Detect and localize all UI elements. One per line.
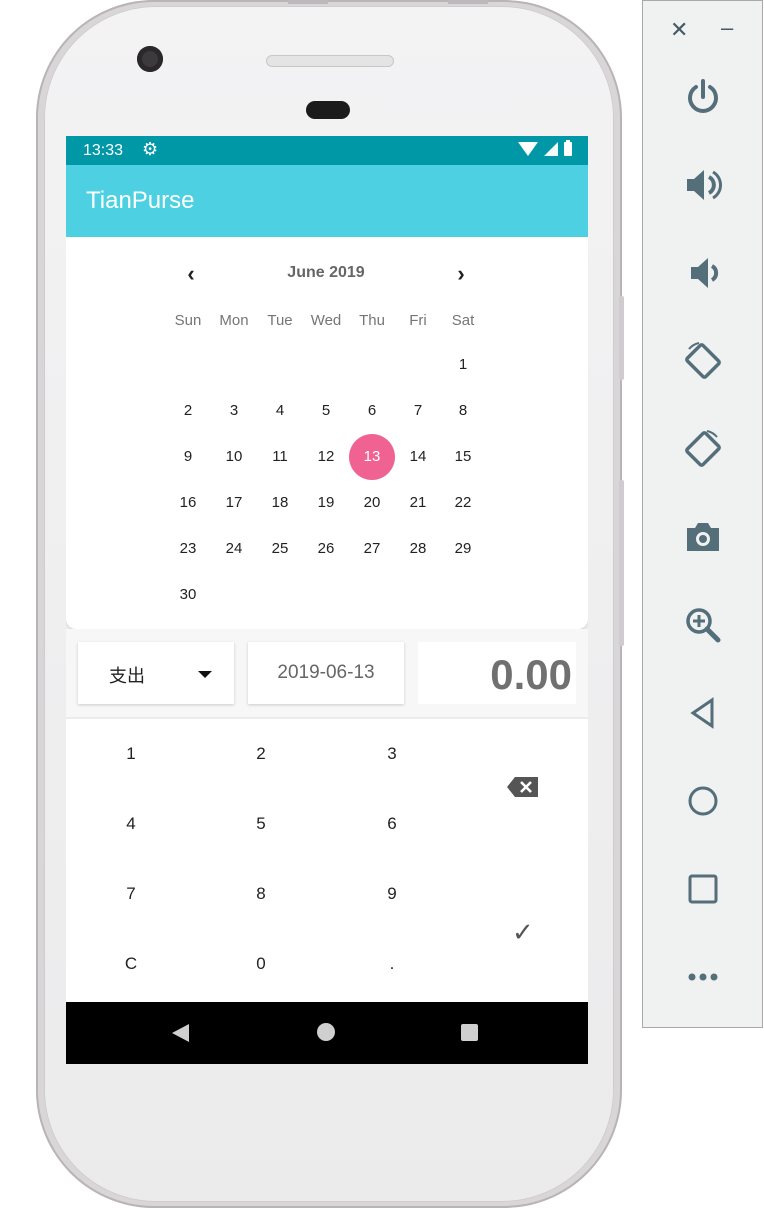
- keypad-key[interactable]: 4: [91, 804, 171, 844]
- power-hardware-button[interactable]: [619, 480, 624, 646]
- month-title: June 2019: [287, 264, 365, 281]
- app-bar: TianPurse: [66, 165, 588, 237]
- calendar-day[interactable]: 2: [165, 388, 211, 434]
- power-icon[interactable]: [671, 69, 735, 125]
- nav-recents-icon[interactable]: [461, 1024, 478, 1041]
- calendar-day[interactable]: 21: [395, 480, 441, 526]
- proximity-sensor: [306, 101, 350, 119]
- calendar-day[interactable]: 6: [349, 388, 395, 434]
- minimize-icon[interactable]: –: [721, 15, 733, 41]
- calendar-day[interactable]: 9: [165, 434, 211, 480]
- app-title: TianPurse: [86, 187, 195, 214]
- calendar-day[interactable]: 26: [303, 526, 349, 572]
- android-nav-bar: [66, 1002, 588, 1064]
- weekday-label: Tue: [267, 312, 293, 329]
- calendar-day[interactable]: 12: [303, 434, 349, 480]
- calendar-day[interactable]: 3: [211, 388, 257, 434]
- wifi-icon: [518, 142, 538, 156]
- entry-controls: 支出 2019-06-13 0.00: [66, 629, 588, 717]
- keypad-key[interactable]: 6: [352, 804, 432, 844]
- calendar-day[interactable]: 10: [211, 434, 257, 480]
- weekday-label: Wed: [310, 312, 342, 329]
- calendar-day[interactable]: 15: [440, 434, 486, 480]
- calendar-day[interactable]: 5: [303, 388, 349, 434]
- status-bar: 13:33 ⚙: [66, 136, 588, 165]
- camera-icon[interactable]: [671, 509, 735, 565]
- calendar-day[interactable]: 22: [440, 480, 486, 526]
- calendar-day[interactable]: 18: [257, 480, 303, 526]
- calendar-day[interactable]: 30: [165, 572, 211, 618]
- backspace-icon[interactable]: [506, 776, 540, 798]
- calendar-day[interactable]: 1: [440, 342, 486, 388]
- calendar-day-selected[interactable]: 13: [349, 434, 395, 480]
- keypad-key[interactable]: 9: [352, 874, 432, 914]
- front-camera: [137, 46, 163, 72]
- calendar-day[interactable]: 27: [349, 526, 395, 572]
- signal-icon: [544, 142, 558, 156]
- zoom-icon[interactable]: [671, 597, 735, 653]
- keypad-key[interactable]: 7: [91, 874, 171, 914]
- volume-down-icon[interactable]: [671, 245, 735, 301]
- calendar-day[interactable]: 20: [349, 480, 395, 526]
- calendar-day[interactable]: 24: [211, 526, 257, 572]
- number-keypad: ✓ 1 2 3 4 5 6 7 8 9 C 0.: [66, 719, 588, 1002]
- calendar-day[interactable]: 14: [395, 434, 441, 480]
- overview-icon[interactable]: [671, 861, 735, 917]
- calendar-day[interactable]: 11: [257, 434, 303, 480]
- date-label: 2019-06-13: [277, 662, 375, 683]
- calendar-day[interactable]: 16: [165, 480, 211, 526]
- back-icon[interactable]: [671, 685, 735, 741]
- calendar-day[interactable]: 29: [440, 526, 486, 572]
- frame-seam: [448, 0, 488, 4]
- chevron-right-icon[interactable]: ›: [448, 261, 474, 287]
- calendar-day[interactable]: 7: [395, 388, 441, 434]
- weekday-label: Fri: [409, 312, 427, 329]
- calendar-day[interactable]: 4: [257, 388, 303, 434]
- keypad-key[interactable]: 1: [91, 734, 171, 774]
- calendar-day[interactable]: 25: [257, 526, 303, 572]
- weekday-label: Thu: [359, 312, 385, 329]
- emulator-toolbar: ✕ –: [642, 0, 763, 1028]
- nav-back-icon[interactable]: [172, 1024, 189, 1042]
- weekday-label: Sun: [174, 312, 202, 329]
- calendar-day[interactable]: 23: [165, 526, 211, 572]
- calendar-day[interactable]: 19: [303, 480, 349, 526]
- weekday-label: Sat: [451, 312, 475, 329]
- more-icon[interactable]: [671, 949, 735, 1005]
- battery-icon: [564, 140, 572, 156]
- amount-display: 0.00: [418, 642, 576, 704]
- keypad-key[interactable]: 3: [352, 734, 432, 774]
- nav-home-icon[interactable]: [317, 1023, 335, 1041]
- calendar-day[interactable]: 8: [440, 388, 486, 434]
- type-dropdown[interactable]: 支出: [78, 642, 234, 704]
- weekday-label: Mon: [219, 312, 249, 329]
- rotate-right-icon[interactable]: [671, 421, 735, 477]
- status-time: 13:33: [83, 142, 124, 159]
- dropdown-arrow-icon: [198, 671, 212, 678]
- keypad-key[interactable]: C: [91, 944, 171, 984]
- close-icon[interactable]: ✕: [670, 17, 688, 43]
- keypad-key[interactable]: 2: [221, 734, 301, 774]
- keypad-key[interactable]: 0: [221, 944, 301, 984]
- calendar-day[interactable]: 28: [395, 526, 441, 572]
- keypad-key[interactable]: .: [352, 944, 432, 984]
- frame-seam: [288, 0, 328, 4]
- amount-value: 0.00: [490, 651, 572, 698]
- home-icon[interactable]: [671, 773, 735, 829]
- volume-up-icon[interactable]: [671, 157, 735, 213]
- status-icons: [518, 140, 572, 156]
- earpiece-speaker: [266, 55, 394, 67]
- gear-icon: ⚙: [142, 139, 159, 159]
- date-button[interactable]: 2019-06-13: [248, 642, 404, 704]
- calendar-day[interactable]: 17: [211, 480, 257, 526]
- chevron-left-icon[interactable]: ‹: [178, 261, 204, 287]
- volume-hardware-button[interactable]: [619, 296, 624, 380]
- keypad-key[interactable]: 5: [221, 804, 301, 844]
- keypad-key[interactable]: 8: [221, 874, 301, 914]
- check-icon[interactable]: ✓: [512, 917, 534, 948]
- device-screen: 13:33 ⚙ TianPurse ‹ June 2019 › Sun Mon Tu…: [66, 136, 588, 1064]
- type-label: 支出: [109, 666, 145, 686]
- calendar: ‹ June 2019 › Sun Mon Tue Wed Thu Fri Sat 1 2 3 4 5…: [66, 237, 588, 629]
- rotate-left-icon[interactable]: [671, 333, 735, 389]
